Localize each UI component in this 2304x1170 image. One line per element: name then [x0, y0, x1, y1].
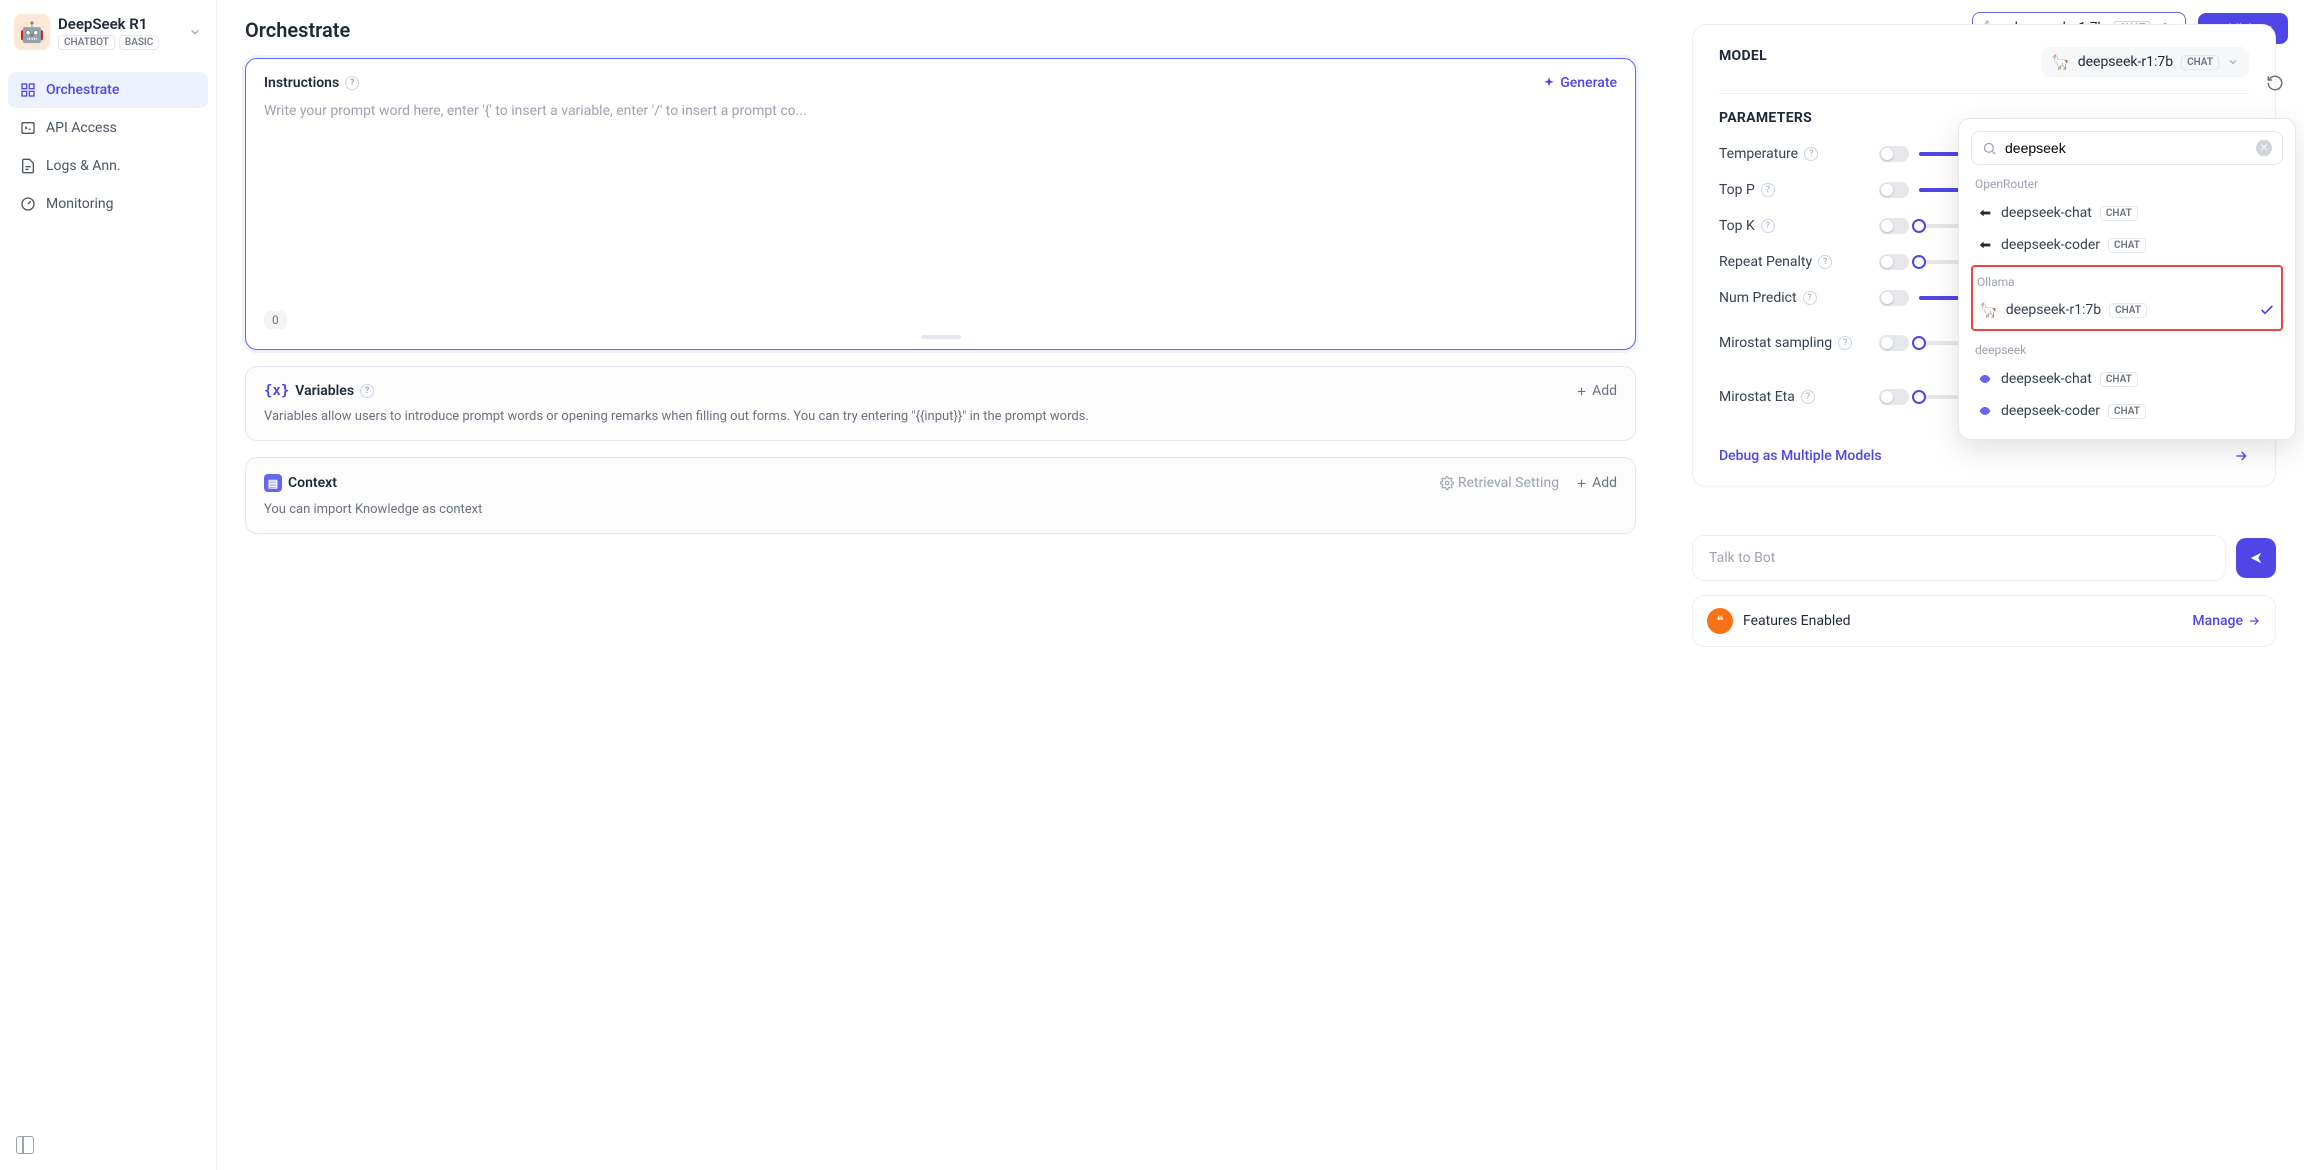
variables-card: {x} Variables ? Add Variables allow user… [245, 366, 1636, 441]
add-label: Add [1592, 383, 1617, 399]
model-dropdown: ✕ OpenRouter deepseek-chat CHAT deepseek… [1958, 118, 2296, 440]
toggle[interactable] [1879, 182, 1909, 198]
manage-button[interactable]: Manage [2192, 613, 2261, 629]
generate-label: Generate [1560, 75, 1617, 91]
openrouter-icon [1977, 237, 1993, 253]
context-card: ▤ Context Retrieval Setting Add [245, 457, 1636, 534]
help-icon[interactable]: ? [1804, 147, 1818, 161]
chat-badge: CHAT [2181, 55, 2219, 70]
model-option-selected[interactable]: 🦙 deepseek-r1:7b CHAT [1973, 293, 2281, 327]
debug-multiple-models-link[interactable]: Debug as Multiple Models [1719, 448, 1882, 464]
context-description: You can import Knowledge as context [264, 502, 1617, 517]
model-heading: MODEL [1719, 48, 1767, 64]
sidebar-item-label: API Access [46, 120, 117, 136]
toggle[interactable] [1879, 335, 1909, 351]
highlighted-group: Ollama 🦙 deepseek-r1:7b CHAT [1971, 265, 2283, 331]
features-bar: ❝ Features Enabled Manage [1692, 595, 2276, 647]
app-header[interactable]: 🤖 DeepSeek R1 CHATBOT BASIC [8, 8, 208, 56]
help-icon[interactable]: ? [1818, 255, 1832, 269]
model-option[interactable]: deepseek-chat CHAT [1971, 363, 2283, 395]
sidebar-item-orchestrate[interactable]: Orchestrate [8, 72, 208, 108]
history-icon[interactable] [2266, 74, 2284, 92]
context-icon: ▤ [264, 474, 282, 492]
badge-basic: BASIC [119, 35, 159, 50]
sidebar-item-api-access[interactable]: API Access [8, 110, 208, 146]
help-icon[interactable]: ? [1838, 336, 1852, 350]
orchestrate-icon [20, 82, 36, 98]
help-icon[interactable]: ? [345, 76, 359, 90]
prompt-textarea[interactable]: Write your prompt word here, enter '{' t… [264, 101, 1617, 311]
help-icon[interactable]: ? [360, 384, 374, 398]
toggle[interactable] [1879, 290, 1909, 306]
search-field[interactable] [2005, 140, 2248, 156]
send-button[interactable] [2236, 538, 2276, 578]
arrow-right-icon[interactable] [2233, 448, 2249, 464]
toggle[interactable] [1879, 389, 1909, 405]
model-option[interactable]: deepseek-coder CHAT [1971, 229, 2283, 261]
deepseek-icon [1977, 403, 1993, 419]
app-title: DeepSeek R1 [58, 15, 159, 33]
model-option[interactable]: deepseek-coder CHAT [1971, 395, 2283, 427]
app-icon: 🤖 [14, 14, 50, 50]
group-label: OpenRouter [1975, 177, 2279, 191]
ollama-icon: 🦙 [1979, 301, 1998, 319]
variables-title: Variables [295, 383, 354, 399]
sidebar-item-label: Monitoring [46, 196, 114, 212]
deepseek-icon [1977, 371, 1993, 387]
model-select-name: deepseek-r1:7b [2078, 54, 2173, 70]
instructions-card: Instructions ? Generate Write your promp… [245, 58, 1636, 350]
generate-button[interactable]: Generate [1542, 75, 1617, 91]
toggle[interactable] [1879, 254, 1909, 270]
group-label: deepseek [1975, 343, 2279, 357]
model-select[interactable]: 🦙 deepseek-r1:7b CHAT [2041, 47, 2249, 77]
variable-icon: {x} [264, 383, 289, 399]
check-icon [2259, 302, 2275, 318]
model-search-input[interactable]: ✕ [1971, 131, 2283, 165]
char-count: 0 [264, 311, 287, 329]
features-icon: ❝ [1707, 608, 1733, 634]
toggle[interactable] [1879, 146, 1909, 162]
add-label: Add [1592, 475, 1617, 491]
terminal-icon [20, 120, 36, 136]
document-icon [20, 158, 36, 174]
sidebar-item-logs[interactable]: Logs & Ann. [8, 148, 208, 184]
help-icon[interactable]: ? [1803, 291, 1817, 305]
clear-search-icon[interactable]: ✕ [2256, 140, 2272, 156]
chat-input[interactable]: Talk to Bot [1692, 535, 2226, 581]
gauge-icon [20, 196, 36, 212]
help-icon[interactable]: ? [1761, 219, 1775, 233]
help-icon[interactable]: ? [1761, 183, 1775, 197]
page-title: Orchestrate [245, 18, 1636, 42]
ollama-icon: 🦙 [2051, 53, 2070, 71]
badge-chatbot: CHATBOT [58, 35, 115, 50]
collapse-sidebar-icon[interactable] [16, 1136, 34, 1154]
sidebar-item-label: Orchestrate [46, 82, 119, 98]
chevron-down-icon[interactable] [188, 25, 202, 39]
model-option[interactable]: deepseek-chat CHAT [1971, 197, 2283, 229]
features-label: Features Enabled [1743, 613, 1851, 629]
sidebar-item-monitoring[interactable]: Monitoring [8, 186, 208, 222]
openrouter-icon [1977, 205, 1993, 221]
search-icon [1982, 141, 1997, 156]
add-context-button[interactable]: Add [1575, 475, 1617, 491]
resize-handle[interactable] [921, 335, 961, 339]
group-label: Ollama [1977, 275, 2277, 289]
variables-description: Variables allow users to introduce promp… [264, 409, 1617, 424]
toggle[interactable] [1879, 218, 1909, 234]
help-icon[interactable]: ? [1801, 390, 1815, 404]
context-title: Context [288, 475, 337, 491]
retrieval-setting-button[interactable]: Retrieval Setting [1440, 475, 1559, 491]
instructions-title: Instructions [264, 75, 339, 91]
add-variable-button[interactable]: Add [1575, 383, 1617, 399]
sidebar-item-label: Logs & Ann. [46, 158, 121, 174]
retrieval-label: Retrieval Setting [1458, 475, 1559, 491]
